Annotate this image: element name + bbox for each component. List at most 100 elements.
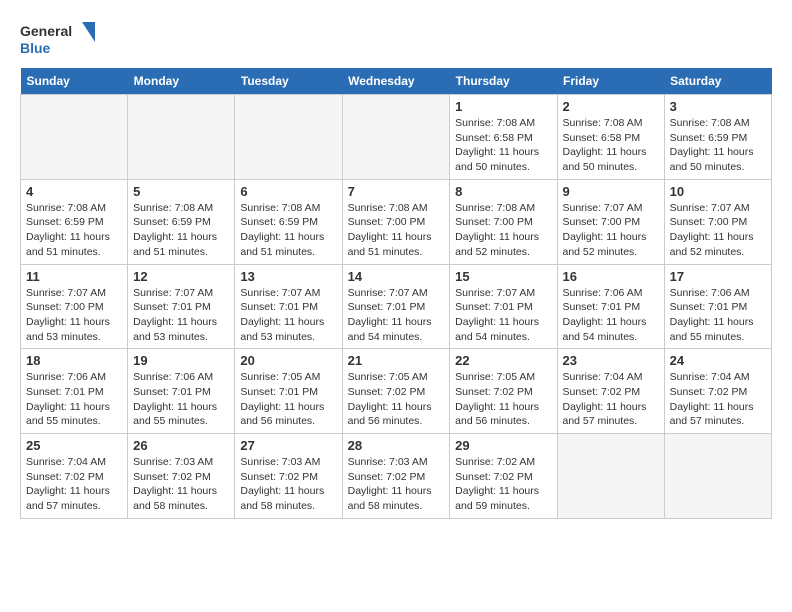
day-detail: Sunrise: 7:04 AMSunset: 7:02 PMDaylight:… bbox=[26, 455, 122, 514]
day-detail: Sunrise: 7:07 AMSunset: 7:01 PMDaylight:… bbox=[455, 286, 551, 345]
svg-text:Blue: Blue bbox=[20, 40, 51, 56]
day-number: 4 bbox=[26, 184, 122, 199]
day-number: 6 bbox=[240, 184, 336, 199]
calendar-cell: 10 Sunrise: 7:07 AMSunset: 7:00 PMDayligh… bbox=[664, 179, 771, 264]
day-detail: Sunrise: 7:08 AMSunset: 7:00 PMDaylight:… bbox=[455, 201, 551, 260]
day-number: 21 bbox=[348, 353, 445, 368]
calendar-cell: 3 Sunrise: 7:08 AMSunset: 6:59 PMDaylight… bbox=[664, 95, 771, 180]
day-detail: Sunrise: 7:08 AMSunset: 6:59 PMDaylight:… bbox=[240, 201, 336, 260]
day-number: 5 bbox=[133, 184, 229, 199]
calendar-cell bbox=[21, 95, 128, 180]
calendar-cell: 7 Sunrise: 7:08 AMSunset: 7:00 PMDaylight… bbox=[342, 179, 450, 264]
calendar-cell: 15 Sunrise: 7:07 AMSunset: 7:01 PMDayligh… bbox=[450, 264, 557, 349]
day-number: 16 bbox=[563, 269, 659, 284]
day-detail: Sunrise: 7:03 AMSunset: 7:02 PMDaylight:… bbox=[348, 455, 445, 514]
day-detail: Sunrise: 7:04 AMSunset: 7:02 PMDaylight:… bbox=[670, 370, 766, 429]
weekday-header-wednesday: Wednesday bbox=[342, 68, 450, 95]
calendar-cell: 23Sunrise: 7:04 AMSunset: 7:02 PMDayligh… bbox=[557, 349, 664, 434]
calendar-cell: 24 Sunrise: 7:04 AMSunset: 7:02 PMDayligh… bbox=[664, 349, 771, 434]
calendar-header: SundayMondayTuesdayWednesdayThursdayFrid… bbox=[21, 68, 772, 95]
day-detail: Sunrise: 7:07 AMSunset: 7:01 PMDaylight:… bbox=[348, 286, 445, 345]
weekday-header-friday: Friday bbox=[557, 68, 664, 95]
day-detail: Sunrise: 7:07 AMSunset: 7:01 PMDaylight:… bbox=[133, 286, 229, 345]
day-detail: Sunrise: 7:03 AMSunset: 7:02 PMDaylight:… bbox=[133, 455, 229, 514]
calendar-cell: 19 Sunrise: 7:06 AMSunset: 7:01 PMDayligh… bbox=[128, 349, 235, 434]
weekday-header-row: SundayMondayTuesdayWednesdayThursdayFrid… bbox=[21, 68, 772, 95]
calendar-cell bbox=[128, 95, 235, 180]
day-detail: Sunrise: 7:06 AMSunset: 7:01 PMDaylight:… bbox=[26, 370, 122, 429]
day-number: 15 bbox=[455, 269, 551, 284]
day-detail: Sunrise: 7:06 AMSunset: 7:01 PMDaylight:… bbox=[133, 370, 229, 429]
svg-text:General: General bbox=[20, 23, 72, 39]
logo: GeneralBlue bbox=[20, 20, 100, 58]
day-detail: Sunrise: 7:08 AMSunset: 6:59 PMDaylight:… bbox=[670, 116, 766, 175]
day-detail: Sunrise: 7:06 AMSunset: 7:01 PMDaylight:… bbox=[563, 286, 659, 345]
day-number: 26 bbox=[133, 438, 229, 453]
calendar-cell: 27Sunrise: 7:03 AMSunset: 7:02 PMDayligh… bbox=[235, 434, 342, 519]
calendar-cell: 22 Sunrise: 7:05 AMSunset: 7:02 PMDayligh… bbox=[450, 349, 557, 434]
day-number: 24 bbox=[670, 353, 766, 368]
day-detail: Sunrise: 7:02 AMSunset: 7:02 PMDaylight:… bbox=[455, 455, 551, 514]
day-detail: Sunrise: 7:08 AMSunset: 6:58 PMDaylight:… bbox=[563, 116, 659, 175]
day-number: 20 bbox=[240, 353, 336, 368]
day-detail: Sunrise: 7:07 AMSunset: 7:01 PMDaylight:… bbox=[240, 286, 336, 345]
calendar-cell: 18 Sunrise: 7:06 AMSunset: 7:01 PMDayligh… bbox=[21, 349, 128, 434]
calendar-cell bbox=[557, 434, 664, 519]
week-row-5: 25 Sunrise: 7:04 AMSunset: 7:02 PMDayligh… bbox=[21, 434, 772, 519]
day-detail: Sunrise: 7:07 AMSunset: 7:00 PMDaylight:… bbox=[563, 201, 659, 260]
day-number: 17 bbox=[670, 269, 766, 284]
weekday-header-saturday: Saturday bbox=[664, 68, 771, 95]
week-row-3: 11Sunrise: 7:07 AMSunset: 7:00 PMDayligh… bbox=[21, 264, 772, 349]
calendar-cell: 20 Sunrise: 7:05 AMSunset: 7:01 PMDayligh… bbox=[235, 349, 342, 434]
calendar-table: SundayMondayTuesdayWednesdayThursdayFrid… bbox=[20, 68, 772, 519]
calendar-cell: 6 Sunrise: 7:08 AMSunset: 6:59 PMDaylight… bbox=[235, 179, 342, 264]
day-number: 2 bbox=[563, 99, 659, 114]
calendar-cell bbox=[664, 434, 771, 519]
day-number: 12 bbox=[133, 269, 229, 284]
day-number: 25 bbox=[26, 438, 122, 453]
calendar-cell: 16 Sunrise: 7:06 AMSunset: 7:01 PMDayligh… bbox=[557, 264, 664, 349]
day-number: 19 bbox=[133, 353, 229, 368]
day-number: 1 bbox=[455, 99, 551, 114]
day-number: 29 bbox=[455, 438, 551, 453]
day-number: 14 bbox=[348, 269, 445, 284]
day-number: 3 bbox=[670, 99, 766, 114]
calendar-cell bbox=[342, 95, 450, 180]
calendar-cell: 13 Sunrise: 7:07 AMSunset: 7:01 PMDayligh… bbox=[235, 264, 342, 349]
day-number: 7 bbox=[348, 184, 445, 199]
calendar-cell: 26 Sunrise: 7:03 AMSunset: 7:02 PMDayligh… bbox=[128, 434, 235, 519]
week-row-2: 4 Sunrise: 7:08 AMSunset: 6:59 PMDaylight… bbox=[21, 179, 772, 264]
day-detail: Sunrise: 7:07 AMSunset: 7:00 PMDaylight:… bbox=[670, 201, 766, 260]
calendar-cell: 8 Sunrise: 7:08 AMSunset: 7:00 PMDaylight… bbox=[450, 179, 557, 264]
calendar-cell: 17Sunrise: 7:06 AMSunset: 7:01 PMDayligh… bbox=[664, 264, 771, 349]
day-number: 18 bbox=[26, 353, 122, 368]
calendar-body: 1 Sunrise: 7:08 AMSunset: 6:58 PMDaylight… bbox=[21, 95, 772, 519]
day-number: 28 bbox=[348, 438, 445, 453]
calendar-cell: 29 Sunrise: 7:02 AMSunset: 7:02 PMDayligh… bbox=[450, 434, 557, 519]
day-number: 13 bbox=[240, 269, 336, 284]
calendar-cell: 11Sunrise: 7:07 AMSunset: 7:00 PMDayligh… bbox=[21, 264, 128, 349]
weekday-header-thursday: Thursday bbox=[450, 68, 557, 95]
calendar-cell: 25 Sunrise: 7:04 AMSunset: 7:02 PMDayligh… bbox=[21, 434, 128, 519]
day-number: 22 bbox=[455, 353, 551, 368]
calendar-cell: 1Sunrise: 7:08 AMSunset: 6:58 PMDaylight… bbox=[450, 95, 557, 180]
calendar-cell: 9 Sunrise: 7:07 AMSunset: 7:00 PMDaylight… bbox=[557, 179, 664, 264]
day-number: 23 bbox=[563, 353, 659, 368]
calendar-cell: 28 Sunrise: 7:03 AMSunset: 7:02 PMDayligh… bbox=[342, 434, 450, 519]
page-header: GeneralBlue bbox=[20, 20, 772, 58]
day-detail: Sunrise: 7:05 AMSunset: 7:01 PMDaylight:… bbox=[240, 370, 336, 429]
day-number: 9 bbox=[563, 184, 659, 199]
day-number: 8 bbox=[455, 184, 551, 199]
day-number: 27 bbox=[240, 438, 336, 453]
day-detail: Sunrise: 7:08 AMSunset: 7:00 PMDaylight:… bbox=[348, 201, 445, 260]
week-row-1: 1 Sunrise: 7:08 AMSunset: 6:58 PMDaylight… bbox=[21, 95, 772, 180]
calendar-cell bbox=[235, 95, 342, 180]
day-detail: Sunrise: 7:05 AMSunset: 7:02 PMDaylight:… bbox=[455, 370, 551, 429]
day-number: 10 bbox=[670, 184, 766, 199]
calendar-cell: 4 Sunrise: 7:08 AMSunset: 6:59 PMDaylight… bbox=[21, 179, 128, 264]
weekday-header-tuesday: Tuesday bbox=[235, 68, 342, 95]
calendar-cell: 21Sunrise: 7:05 AMSunset: 7:02 PMDayligh… bbox=[342, 349, 450, 434]
weekday-header-monday: Monday bbox=[128, 68, 235, 95]
calendar-cell: 12 Sunrise: 7:07 AMSunset: 7:01 PMDayligh… bbox=[128, 264, 235, 349]
day-detail: Sunrise: 7:08 AMSunset: 6:59 PMDaylight:… bbox=[26, 201, 122, 260]
